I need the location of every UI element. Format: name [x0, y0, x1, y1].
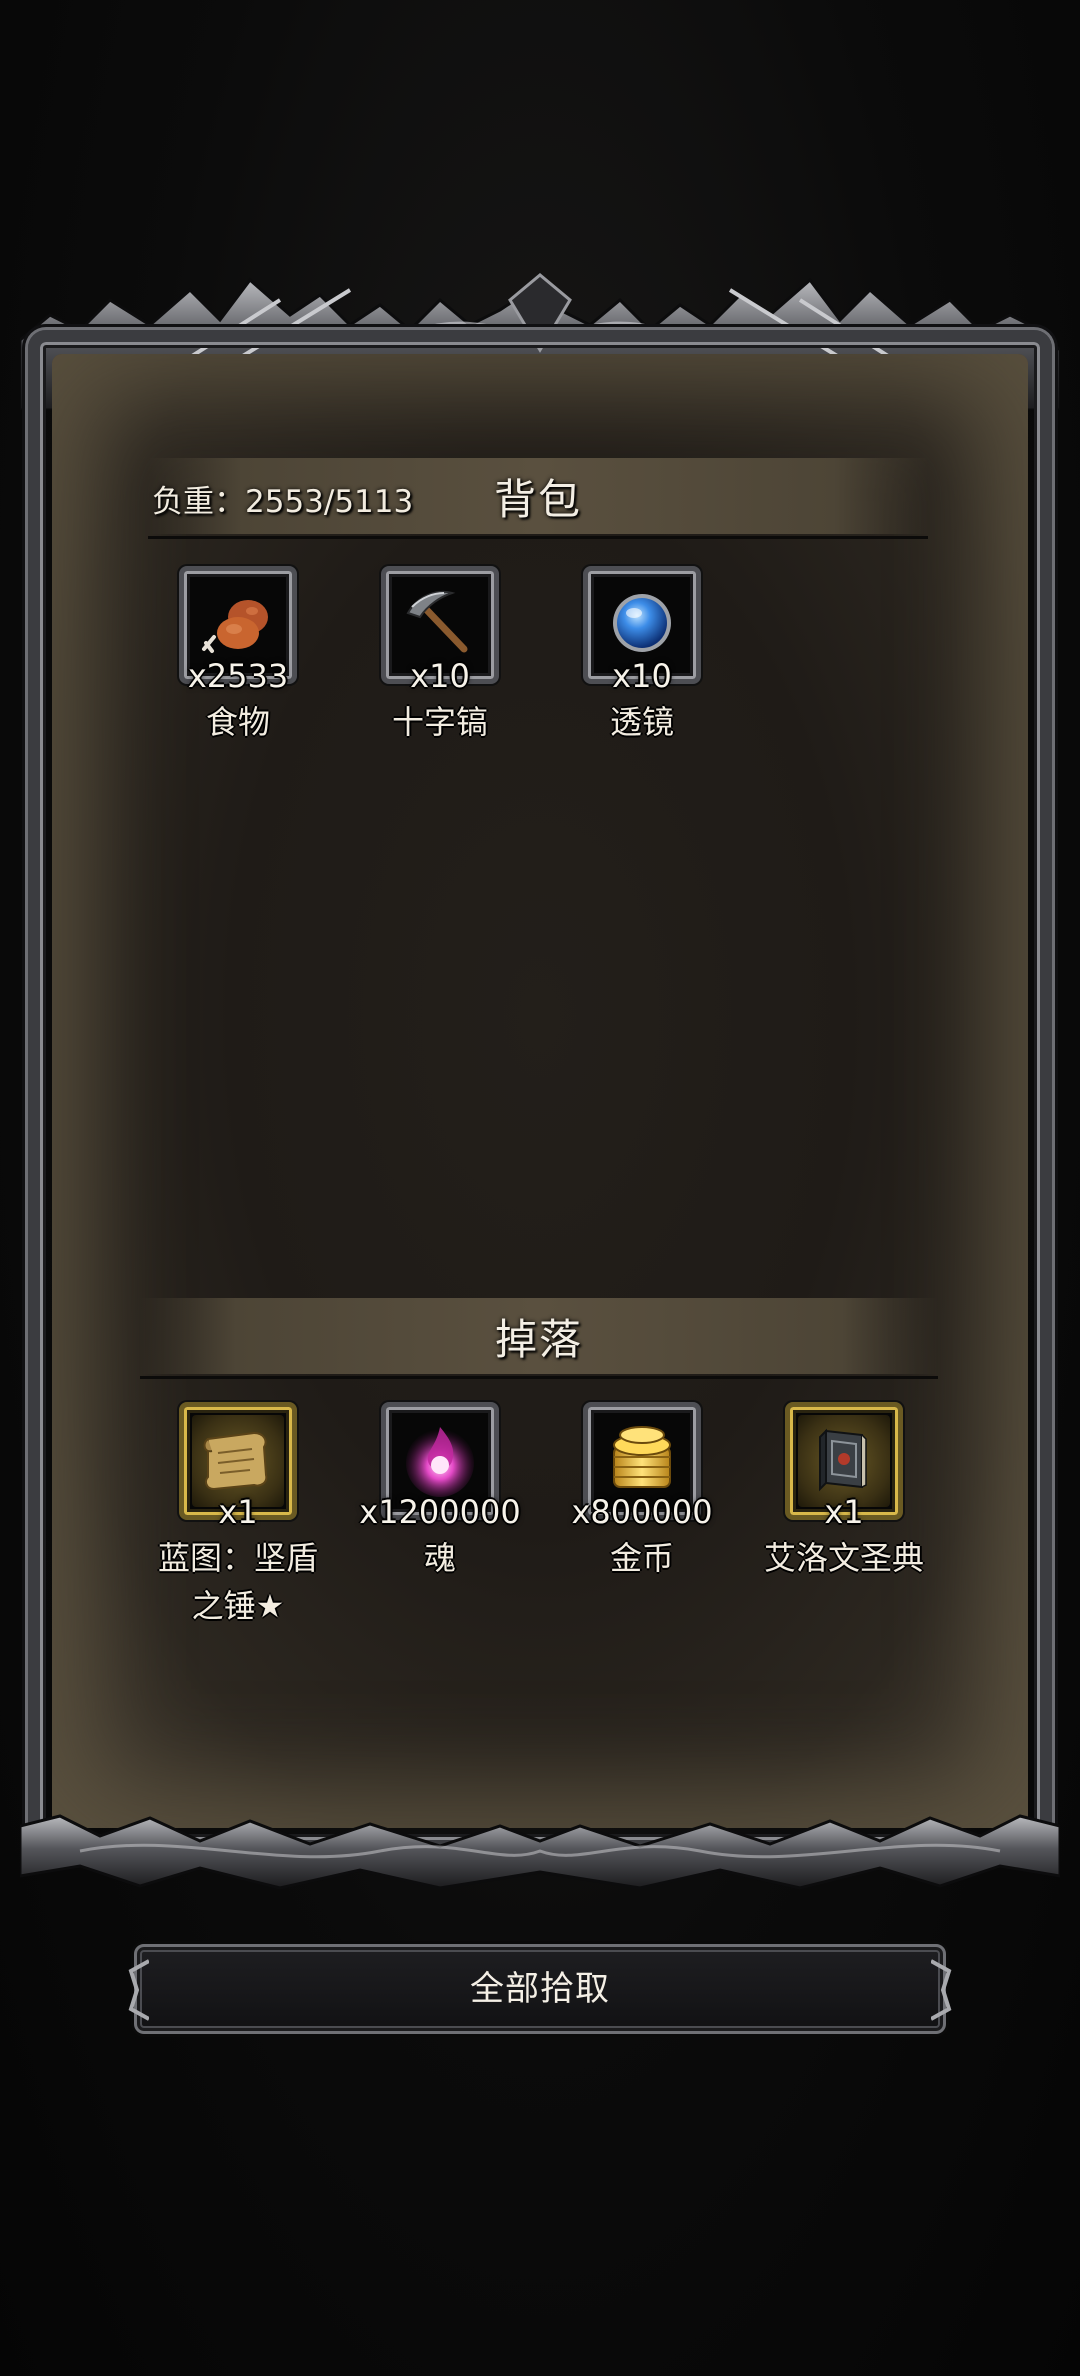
item-name: 金币 — [609, 1539, 674, 1577]
item-name: 魂 — [423, 1539, 456, 1577]
blueprint-scroll-icon — [203, 1431, 268, 1491]
item-name: 透镜 — [609, 703, 674, 741]
backpack-item-lens[interactable]: x10 透镜 — [542, 566, 742, 746]
pickaxe-icon — [406, 590, 468, 653]
collect-all-button[interactable]: 全部拾取 — [128, 1944, 952, 2034]
backpack-item-pickaxe[interactable]: x10 十字镐 — [340, 566, 540, 746]
tome-book-icon — [819, 1428, 867, 1492]
game-screen: 负重：2553/5113 背包 x2533 食物 x10 十字镐 x10 透镜 … — [0, 0, 1080, 2376]
item-quantity: x1 — [824, 1493, 864, 1531]
backpack-item-food[interactable]: x2533 食物 — [138, 566, 338, 746]
gold-coin-stack-icon — [613, 1426, 671, 1488]
inventory-panel: 负重：2553/5113 背包 x2533 食物 x10 十字镐 x10 透镜 … — [20, 270, 1060, 1892]
item-quantity: x10 — [410, 657, 470, 695]
drops-divider — [140, 1376, 938, 1379]
blue-lens-orb-icon — [613, 594, 671, 652]
item-name: 艾洛文圣典 — [763, 1539, 924, 1577]
drop-item-blueprint[interactable]: x1 蓝图：坚盾 之锤★ — [138, 1402, 338, 1630]
item-name-line-2: 之锤★ — [191, 1587, 285, 1625]
item-name: 蓝图：坚盾 之锤★ — [138, 1534, 338, 1630]
item-quantity: x1200000 — [359, 1493, 521, 1531]
frame-bottom-ornament — [20, 1814, 1060, 1890]
item-name: 食物 — [205, 703, 270, 741]
backpack-divider — [148, 536, 928, 539]
item-quantity: x1 — [218, 1493, 258, 1531]
item-name: 十字镐 — [391, 703, 488, 741]
drop-item-soul[interactable]: x1200000 魂 — [340, 1402, 540, 1582]
backpack-title: 背包 — [493, 475, 582, 524]
drops-header: 掉落 — [140, 1298, 938, 1374]
button-left-ornament — [128, 1959, 149, 2021]
drops-title: 掉落 — [494, 1315, 583, 1364]
item-quantity: x800000 — [571, 1493, 713, 1531]
button-right-ornament — [931, 1959, 952, 2021]
drop-item-gold[interactable]: x800000 金币 — [542, 1402, 742, 1582]
collect-all-label: 全部拾取 — [470, 1969, 610, 2009]
item-quantity: x10 — [612, 657, 672, 695]
item-name-line-1: 蓝图：坚盾 — [157, 1539, 318, 1577]
drop-item-tome[interactable]: x1 艾洛文圣典 — [744, 1402, 944, 1582]
backpack-header: 负重：2553/5113 背包 — [148, 458, 928, 534]
soul-flame-icon — [406, 1427, 474, 1497]
item-quantity: x2533 — [187, 657, 289, 695]
roast-meat-icon — [202, 600, 268, 653]
